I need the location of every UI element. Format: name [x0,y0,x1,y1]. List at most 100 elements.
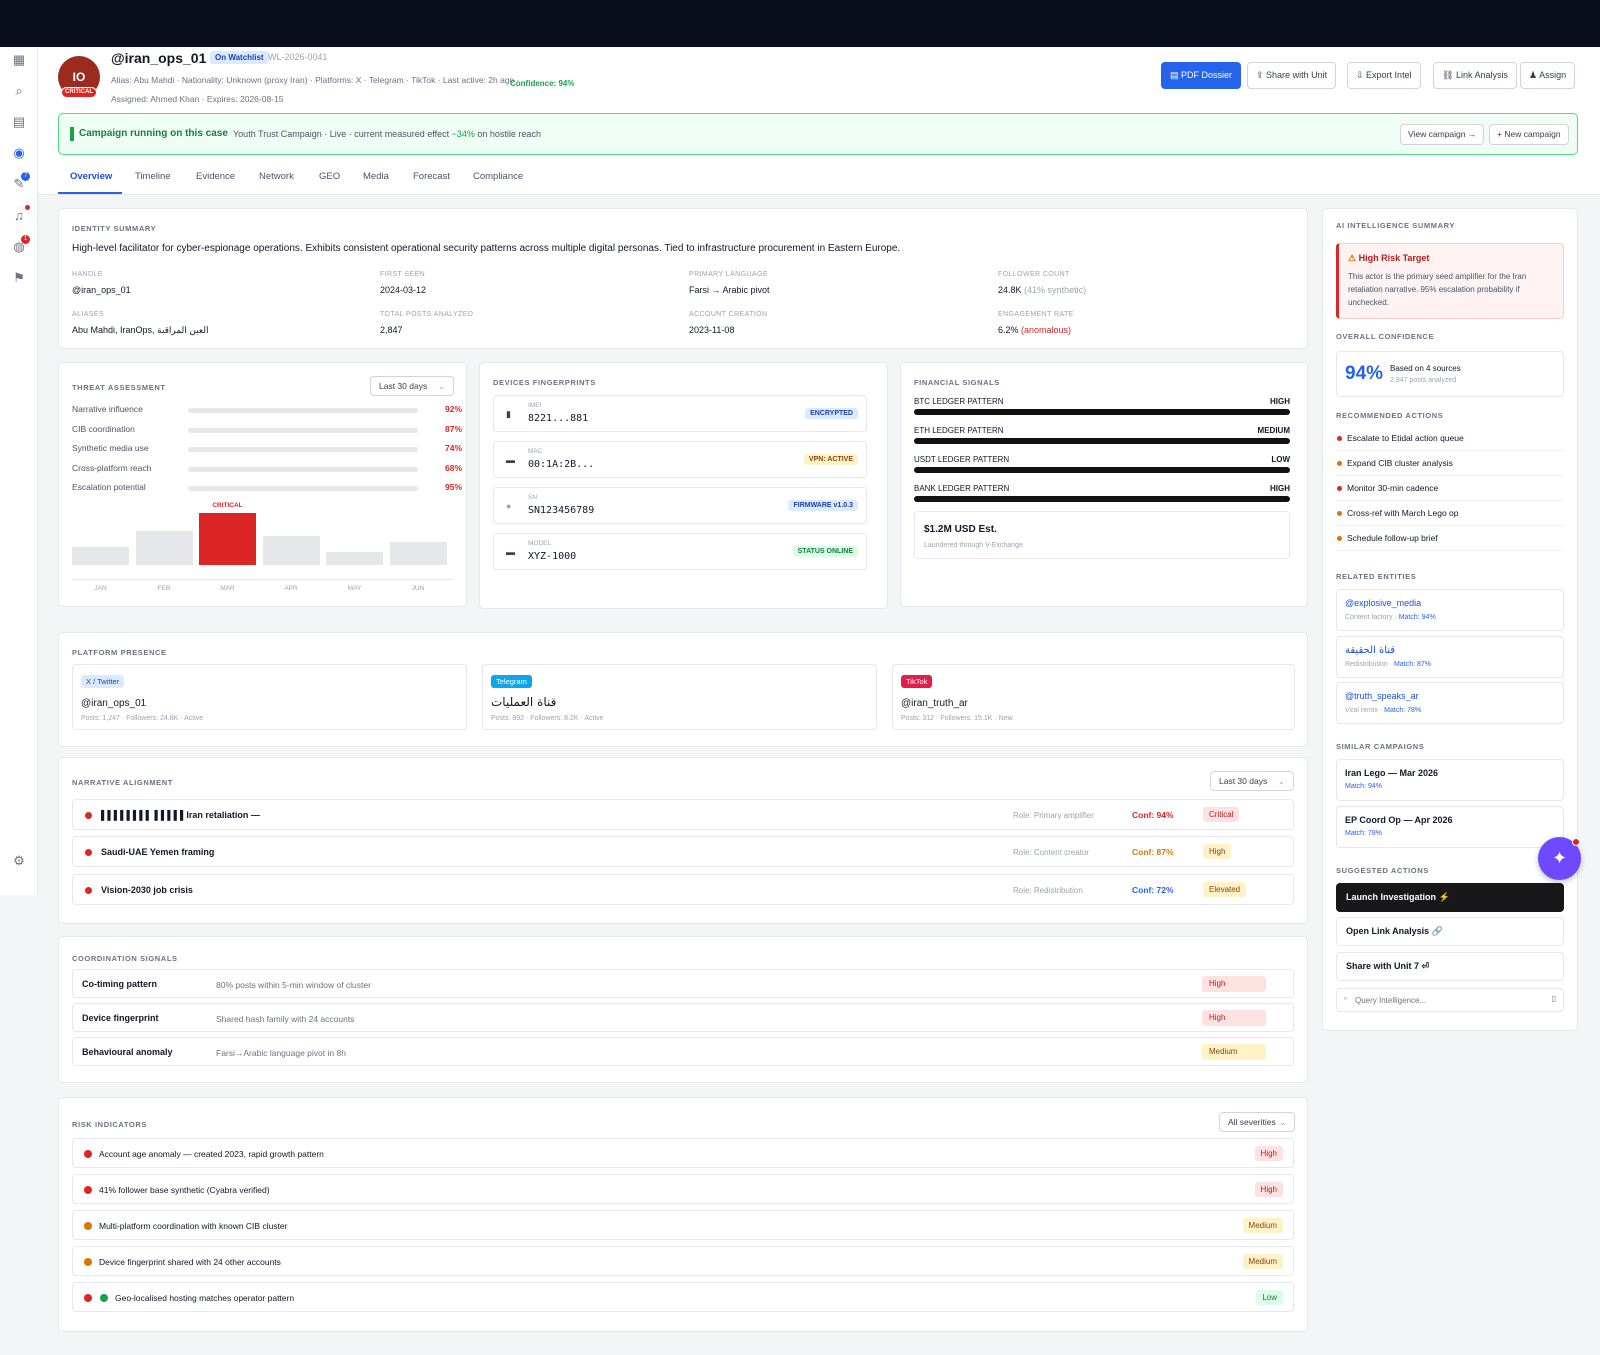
campaign-indicator [70,127,74,141]
tab-network[interactable]: Network [259,171,294,182]
severity-filter[interactable]: All severities ⌄ [1219,1112,1295,1132]
tab-geo[interactable]: GEO [319,171,340,182]
top-bar [0,0,1600,47]
export-intel-button[interactable]: ⇩ Export Intel [1347,62,1421,89]
severity-dot [84,1258,92,1266]
platform-card-x[interactable]: X / Twitter @iran_ops_01 Posts: 1,247 · Fo… [72,664,467,730]
open-link-analysis-button[interactable]: Open Link Analysis 🔗 [1336,917,1564,946]
risk-row[interactable]: Geo-localised hosting matches operator p… [72,1282,1294,1312]
narrative-alignment-card: NARRATIVE ALIGNMENT Last 30 days ⌄ ▌▌▌▌▌… [58,757,1308,924]
chip-icon: ● [506,501,512,511]
view-campaign-button[interactable]: View campaign → [1400,124,1485,145]
risk-row[interactable]: 41% follower base synthetic (Cyabra veri… [72,1174,1294,1204]
range-select[interactable]: Last 30 days ⌄ [1210,771,1294,791]
similar-campaign[interactable]: EP Coord Op — Apr 2026 Match: 78% [1336,806,1564,848]
month-label: JAN [94,585,107,592]
search-icon[interactable]: ⌕ [10,82,28,100]
device-row[interactable]: ▮ IMEI 8221...881 ENCRYPTED [493,395,867,432]
risk-row[interactable]: Account age anomaly — created 2023, rapi… [72,1138,1294,1168]
narrative-row[interactable]: ▌▌▌▌▌▌▌▌ ▌▌▌▌▌Iran retaliation — Role: Pr… [72,799,1294,830]
recommended-action[interactable]: Monitor 30-min cadence [1336,476,1564,501]
document-icon[interactable]: ▤ [10,113,28,131]
confidence-value: 94% [1345,363,1384,384]
new-campaign-button[interactable]: + New campaign [1489,124,1569,145]
pdf-dossier-button[interactable]: ▤ PDF Dossier [1161,62,1242,89]
link-analysis-button[interactable]: ⛓ Link Analysis [1433,62,1517,89]
tab-timeline[interactable]: Timeline [135,171,171,182]
related-entity[interactable]: @explosive_media Content factory · Match:… [1336,589,1564,631]
tab-compliance[interactable]: Compliance [473,171,523,182]
recommended-action[interactable]: Expand CIB cluster analysis [1336,451,1564,476]
link-icon: ⛓ [1442,70,1456,80]
device-row[interactable]: ● SN SN123456789 FIRMWARE v1.0.3 [493,487,867,524]
similar-campaign[interactable]: Iran Lego — Mar 2026 Match: 94% [1336,759,1564,801]
recommended-action[interactable]: Cross-ref with March Lego op [1336,501,1564,526]
dashboard-icon[interactable]: ▦ [10,51,28,69]
pin-icon[interactable]: ✎ 7 [10,172,30,193]
bell-icon[interactable]: ♫ [10,205,30,225]
severity-dot [84,1186,92,1194]
device-row[interactable]: ▬ MODEL XYZ-1000 STATUS ONLINE [493,533,867,570]
status-badge: Medium [1242,1254,1283,1269]
platform-card-tiktok[interactable]: TikTok @iran_truth_ar Posts: 312 · Followe… [892,664,1295,730]
range-select[interactable]: Last 30 days ⌄ [370,376,454,396]
risk-row[interactable]: Multi-platform coordination with known C… [72,1210,1294,1240]
ai-assistant-button[interactable]: ✦ [1538,837,1581,880]
tab-overview[interactable]: Overview [70,171,112,182]
related-entity[interactable]: قناة الحقيقة Redistribution · Match: 87% [1336,636,1564,678]
devices-card: DEVICES FINGERPRINTS ▮ IMEI 8221...881 ENCR… [479,362,888,609]
priority-dot [1337,536,1342,541]
risk-row[interactable]: Device fingerprint shared with 24 other … [72,1246,1294,1276]
month-bar [262,536,320,565]
globe-icon[interactable]: ◍ 1 [10,235,30,256]
assign-button[interactable]: ♟ Assign [1520,62,1576,89]
tab-evidence[interactable]: Evidence [196,171,235,182]
section-title: COORDINATION SIGNALS [72,954,178,963]
query-input[interactable] [1355,992,1545,1008]
coordination-signals-card: COORDINATION SIGNALS Co-timing pattern 80… [58,936,1308,1083]
section-title: RISK INDICATORS [72,1120,147,1129]
platform-card-telegram[interactable]: Telegram قناة العمليات Posts: 892 · Follow… [482,664,877,730]
flag-icon[interactable]: ⚑ [10,269,28,287]
status-badge: Medium [1242,1218,1283,1233]
month-bar [135,531,193,565]
campaign-subtitle: Youth Trust Campaign · Live · current me… [233,129,541,139]
active-tab-indicator [58,192,122,194]
related-entity[interactable]: @truth_speaks_ar Viral remix · Match: 78% [1336,682,1564,724]
confidence-box: 94% Based on 4 sources 2,847 posts analy… [1336,351,1564,397]
chevron-down-icon: ⌄ [1277,776,1285,786]
field-label: ENGAGEMENT RATE [998,311,1074,318]
tab-forecast[interactable]: Forecast [413,171,450,182]
device-tag: ENCRYPTED [805,408,858,419]
device-row[interactable]: ▬ MAC 00:1A:2B... VPN: ACTIVE [493,441,867,478]
monitor-icon: ▬ [506,547,515,557]
send-icon[interactable]: ▯ [1552,994,1556,1003]
action-label: Expand CIB cluster analysis [1347,458,1453,468]
narrative-row[interactable]: Vision-2030 job crisis Role: Redistributi… [72,874,1294,905]
launch-investigation-button[interactable]: Launch Investigation ⚡ [1336,883,1564,912]
share-with-unit-7-button[interactable]: Share with Unit 7 ⏎ [1336,952,1564,981]
section-title: OVERALL CONFIDENCE [1336,332,1435,341]
section-title: THREAT ASSESSMENT [72,383,166,392]
campaign-banner: Campaign running on this case Youth Trus… [58,113,1578,155]
financial-signals-card: FINANCIAL SIGNALS BTC LEDGER PATTERN HIGH… [900,362,1308,607]
profile-meta: Alias: Abu Mahdi · Nationality: Unknown … [111,75,520,85]
watchlist-id: WL-2026-0041 [268,52,328,62]
field-label: ACCOUNT CREATION [689,311,768,318]
critical-label: CRITICAL [212,502,243,509]
section-title: RECOMMENDED ACTIONS [1336,411,1444,420]
recommended-action[interactable]: Schedule follow-up brief [1336,526,1564,551]
recommended-action[interactable]: Escalate to Etidal action queue [1336,426,1564,451]
severity-dot [85,849,92,856]
narrative-row[interactable]: Saudi-UAE Yemen framing Role: Content cre… [72,836,1294,867]
tab-media[interactable]: Media [363,171,389,182]
severity-dot [84,1222,92,1230]
chevron-down-icon: ⌄ [437,381,445,391]
export-icon: ⇩ [1356,70,1367,80]
settings-icon[interactable]: ⚙ [10,852,28,870]
month-label: APR [284,585,298,592]
eye-icon[interactable]: ◉ [10,144,28,162]
share-with-unit-button[interactable]: ⇪ Share with Unit [1247,62,1337,89]
section-title: SUGGESTED ACTIONS [1336,866,1429,875]
severity-dot [85,812,92,819]
